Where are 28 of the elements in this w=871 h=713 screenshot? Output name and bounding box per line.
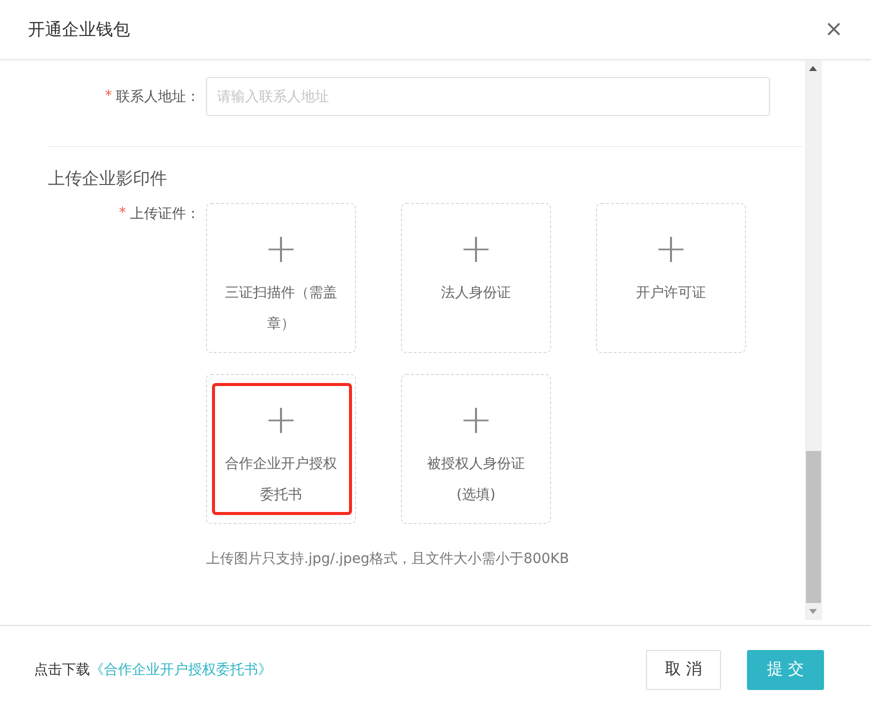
close-button[interactable]: × [822, 18, 845, 40]
field-label: 联系人地址： [116, 88, 200, 106]
plus-icon: + [264, 226, 298, 272]
tile-label: 三证扫描件（需盖章） [224, 284, 338, 334]
field-label: 上传证件： [130, 205, 200, 223]
plus-icon: + [264, 397, 298, 443]
scrollbar[interactable] [805, 60, 822, 620]
dialog-title: 开通企业钱包 [28, 19, 130, 41]
section-title: 上传企业影印件 [48, 168, 168, 191]
plus-icon: + [459, 397, 493, 443]
upload-tile[interactable]: + 合作企业开户授权委托书 [206, 374, 356, 524]
hint-text: 上传图片只支持.jpg/.jpeg格式，且文件大小需小于800KB [206, 550, 570, 568]
upload-tile[interactable]: + 被授权人身份证(选填) [401, 374, 551, 524]
tile-label: 被授权人身份证(选填) [426, 455, 526, 505]
plus-icon: + [459, 226, 493, 272]
upload-tile[interactable]: + 开户许可证 [596, 203, 746, 353]
cancel-button[interactable]: 取 消 [646, 650, 721, 690]
tile-label: 法人身份证 [441, 284, 511, 303]
required-mark: * [119, 205, 126, 221]
address-input[interactable]: 请输入联系人地址 [206, 77, 770, 116]
required-mark: * [105, 88, 112, 104]
plus-icon: + [654, 226, 688, 272]
upload-tile[interactable]: + 三证扫描件（需盖章） [206, 203, 356, 353]
upload-tile[interactable]: + 法人身份证 [401, 203, 551, 353]
scroll-thumb[interactable] [806, 451, 821, 603]
download-text: 点击下载 [34, 660, 90, 678]
tile-label: 开户许可证 [636, 284, 706, 303]
tile-label: 合作企业开户授权委托书 [224, 455, 338, 505]
